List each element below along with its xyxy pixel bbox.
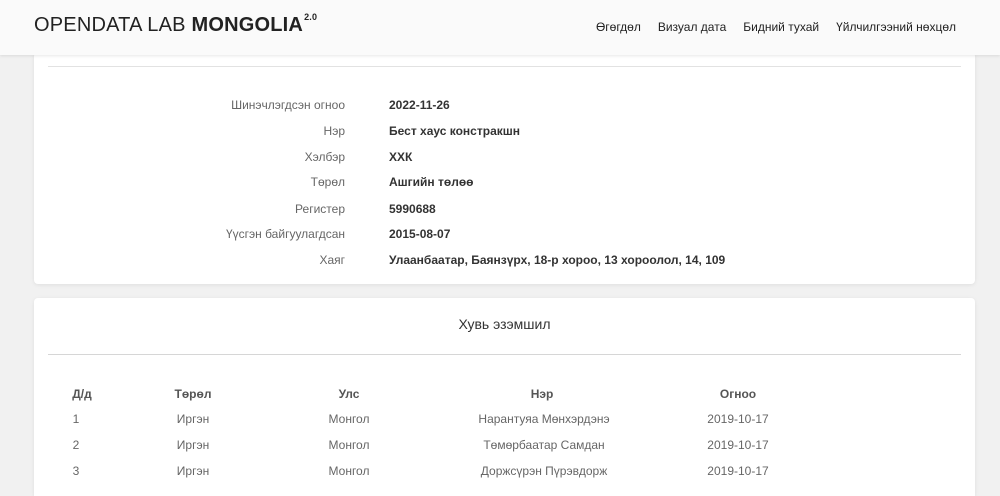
info-row-updated: Шинэчлэгдсэн огноо 2022-11-26 [34,98,975,118]
info-value: ХХК [389,150,413,164]
info-row-founded: Үүсгэн байгуулагдсан 2015-08-07 [34,227,975,247]
info-label: Төрөл [310,175,345,189]
nav-link-terms[interactable]: Үйлчилгээний нөхцөл [836,20,956,34]
cell-name: Нарантуяа Мөнхэрдэнэ [478,412,610,426]
cell-date: 2019-10-17 [707,464,769,478]
info-label: Нэр [323,124,345,138]
info-label: Шинэчлэгдсэн огноо [231,98,345,112]
info-value: Ашгийн төлөө [389,175,474,189]
info-value: Улаанбаатар, Баянзүрх, 18-р хороо, 13 хо… [389,253,726,267]
cell-country: Монгол [328,412,370,426]
info-row-register: Регистер 5990688 [34,202,975,222]
column-header-country: Улс [338,387,360,401]
nav-link-visual-data[interactable]: Визуал дата [658,20,726,34]
brand-bold-text: MONGOLIA [191,14,304,36]
divider [48,354,961,355]
info-label: Хэлбэр [304,150,345,164]
info-value: 2015-08-07 [389,227,451,241]
info-label: Регистер [295,202,345,216]
column-header-name: Нэр [530,387,554,401]
cell-date: 2019-10-17 [707,412,769,426]
cell-name: Доржсүрэн Пүрэвдорж [480,464,608,478]
info-label: Хаяг [319,253,345,267]
main-nav: Өгөгдөл Визуал дата Бидний тухай Үйлчилг… [596,20,956,34]
brand-version: 2.0 [304,12,318,23]
info-row-type: Төрөл Ашгийн төлөө [34,175,975,195]
column-header-date: Огноо [719,387,757,401]
brand-light-text: OPENDATA LAB [34,14,186,36]
cell-type: Иргэн [176,438,210,452]
cell-country: Монгол [328,438,370,452]
cell-index: 1 [72,412,80,426]
nav-link-data[interactable]: Өгөгдөл [596,20,641,34]
info-value: 5990688 [389,202,436,216]
cell-name: Төмөрбаатар Самдан [483,438,605,452]
divider [48,66,961,67]
info-value: 2022-11-26 [389,98,450,112]
cell-date: 2019-10-17 [707,438,769,452]
cell-country: Монгол [328,464,370,478]
nav-link-about[interactable]: Бидний тухай [743,20,819,34]
info-label: Үүсгэн байгуулагдсан [225,227,345,241]
top-navbar: OPENDATA LAB MONGOLIA2.0 Өгөгдөл Визуал … [0,0,1000,55]
cell-type: Иргэн [176,412,210,426]
info-row-address: Хаяг Улаанбаатар, Баянзүрх, 18-р хороо, … [34,253,975,273]
info-row-name: Нэр Бест хаус констракшн [34,124,975,144]
ownership-title: Хувь эзэмшил [458,316,551,332]
cell-type: Иргэн [176,464,210,478]
column-header-index: Д/д [72,387,92,401]
info-row-form: Хэлбэр ХХК [34,150,975,170]
info-value: Бест хаус констракшн [389,124,520,138]
ownership-card: Хувь эзэмшил Д/д Төрөл Улс Нэр Огноо 1 И… [34,298,975,496]
company-info-card: Шинэчлэгдсэн огноо 2022-11-26 Нэр Бест х… [34,52,975,284]
cell-index: 2 [72,438,80,452]
cell-index: 3 [72,464,80,478]
site-logo[interactable]: OPENDATA LAB MONGOLIA2.0 [34,12,318,37]
column-header-type: Төрөл [174,387,212,401]
